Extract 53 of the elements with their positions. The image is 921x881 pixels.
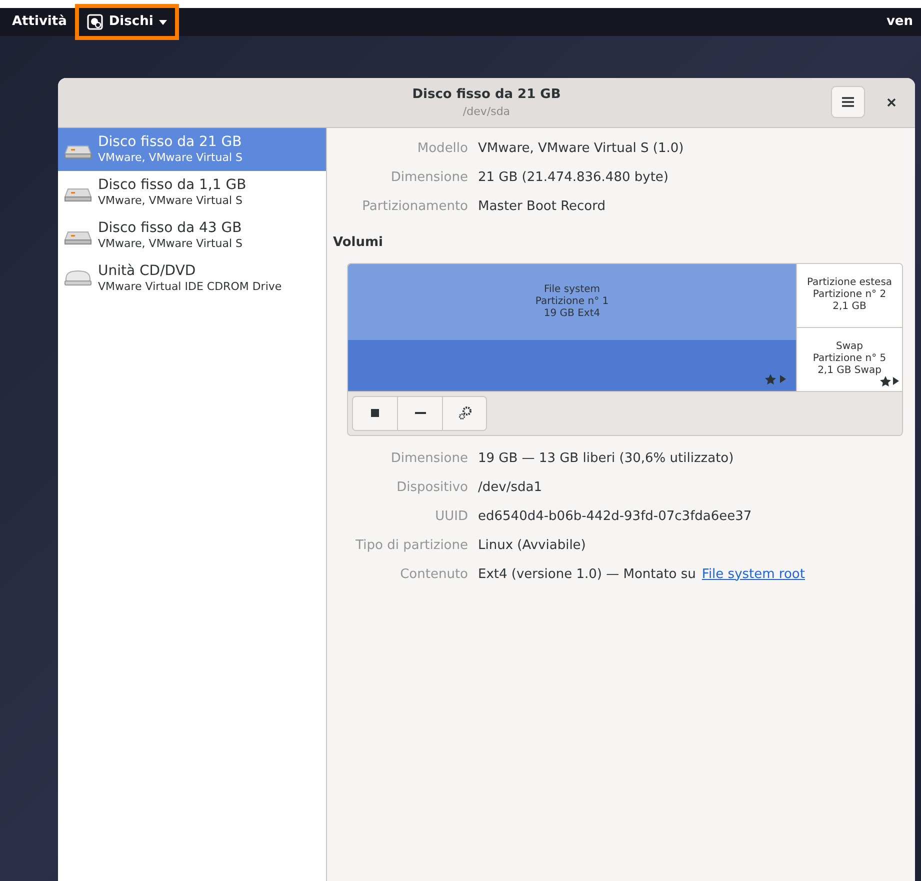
drive-model: VMware, VMware Virtual S — [98, 151, 243, 166]
play-icon — [893, 377, 899, 385]
disk-app-icon — [86, 14, 103, 30]
property-value: 19 GB — 13 GB liberi (30,6% utilizzato) — [478, 450, 734, 468]
partition-label: Partizione estesa Partizione n° 2 2,1 GB — [806, 277, 892, 313]
clock[interactable]: ven — [886, 12, 913, 32]
property-value: ed6540d4-b06b-442d-93fd-07c3fda6ee37 — [478, 508, 752, 526]
menu-icon — [842, 97, 854, 107]
property-label: Dimensione — [390, 169, 468, 187]
property-label: Tipo di partizione — [354, 536, 468, 554]
gears-icon — [458, 406, 472, 420]
caret-icon — [159, 20, 168, 24]
property-value: /dev/sda1 — [478, 478, 542, 496]
window-subtitle: /dev/sda — [462, 104, 510, 120]
property-value: Linux (Avviabile) — [478, 536, 586, 554]
close-icon — [886, 98, 896, 106]
drive-name: Unità CD/DVD — [98, 262, 197, 280]
section-heading: Volumi — [333, 234, 384, 252]
optical-drive-icon — [64, 268, 92, 288]
drive-name: Disco fisso da 1,1 GB — [98, 176, 246, 194]
partition-block[interactable]: Partizione estesa Partizione n° 2 2,1 GB — [797, 264, 902, 328]
drive-name: Disco fisso da 21 GB — [98, 134, 243, 152]
drive-item[interactable]: Disco fisso da 1,1 GB VMware, VMware Virtual S — [58, 171, 326, 214]
property-label: Dimensione — [390, 450, 468, 468]
app-menu[interactable]: Dischi — [78, 8, 176, 36]
property-label: Contenuto — [399, 566, 468, 584]
partition-block[interactable]: Swap Partizione n° 5 2,1 GB Swap — [797, 328, 902, 390]
drive-model: VMware Virtual IDE CDROM Drive — [98, 280, 282, 294]
property-label: Partizionamento — [361, 198, 468, 216]
property-value: 21 GB (21.474.836.480 byte) — [478, 169, 668, 187]
partition-label: Swap Partizione n° 5 2,1 GB Swap — [812, 341, 886, 377]
property-value: Ext4 (versione 1.0) — Montato su — [478, 566, 696, 584]
minus-icon — [414, 412, 426, 414]
star-icon — [880, 376, 891, 386]
star-icon — [765, 374, 776, 384]
menu-button[interactable] — [831, 86, 865, 118]
partition-label: File system Partizione n° 1 19 GB Ext4 — [535, 284, 609, 320]
drive-name: Disco fisso da 43 GB — [98, 220, 243, 238]
property-value: VMware, VMware Virtual S (1.0) — [478, 140, 684, 158]
drive-model: VMware, VMware Virtual S — [98, 194, 244, 208]
drive-item[interactable]: Disco fisso da 43 GB VMware, VMware Virtual S — [58, 214, 326, 257]
property-label: Dispositivo — [396, 478, 468, 496]
mount-link[interactable]: File system root — [702, 564, 805, 584]
play-icon — [780, 375, 786, 383]
activities-button[interactable]: Attività — [12, 12, 67, 32]
property-label: UUID — [434, 508, 468, 526]
stop-icon — [371, 409, 379, 417]
property-value: Master Boot Record — [478, 198, 606, 216]
partition-block[interactable]: File system Partizione n° 1 19 GB Ext4 — [348, 264, 796, 390]
property-label: Modello — [416, 140, 468, 158]
window-title: Disco fisso da 21 GB — [412, 86, 561, 104]
drive-item[interactable]: Unità CD/DVD VMware Virtual IDE CDROM Drive — [58, 257, 326, 300]
drive-model: VMware, VMware Virtual S — [98, 237, 243, 252]
